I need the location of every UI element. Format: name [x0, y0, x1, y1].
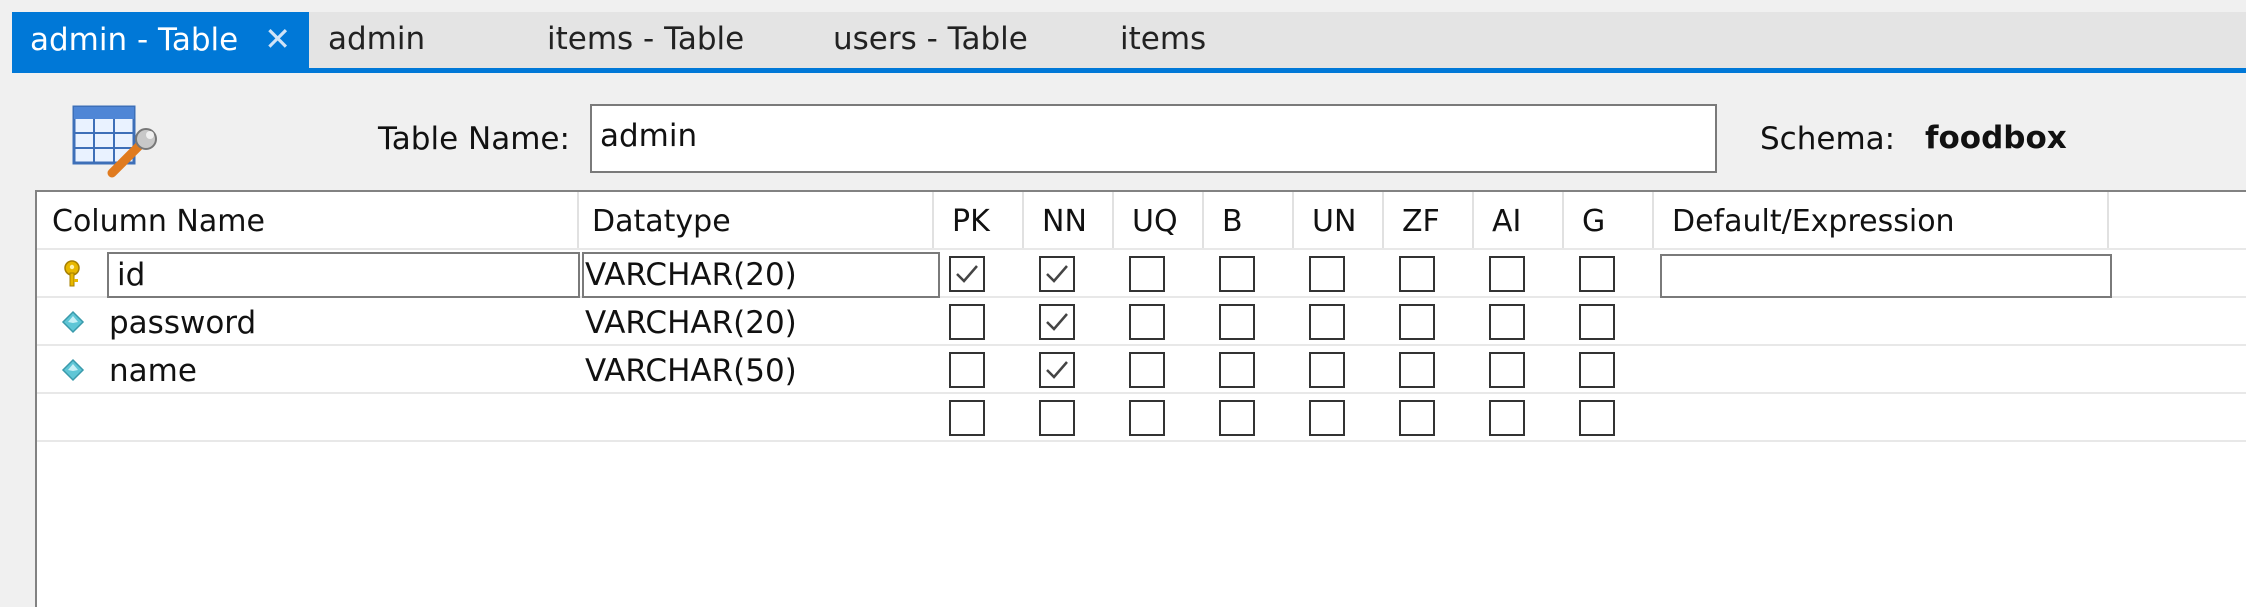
column-header[interactable]: Default/Expression: [1672, 204, 1955, 239]
column-name-cell[interactable]: name: [109, 353, 197, 389]
tab-users-table[interactable]: users - Table: [833, 12, 1028, 69]
table-name-label: Table Name:: [378, 121, 570, 157]
header-divider[interactable]: [1382, 192, 1384, 248]
flag-ai-checkbox[interactable]: [1489, 400, 1525, 436]
flag-g-checkbox[interactable]: [1579, 304, 1615, 340]
schema-label: Schema:: [1760, 121, 1896, 157]
header-divider[interactable]: [577, 192, 579, 248]
schema-value: foodbox: [1925, 120, 2067, 156]
column-header[interactable]: PK: [952, 204, 990, 239]
table-row[interactable]: password VARCHAR(20): [37, 298, 2246, 346]
header-divider[interactable]: [1292, 192, 1294, 248]
column-header[interactable]: Datatype: [592, 204, 731, 239]
close-icon[interactable]: ✕: [264, 20, 291, 58]
flag-un-checkbox[interactable]: [1309, 304, 1345, 340]
flag-zf-checkbox[interactable]: [1399, 400, 1435, 436]
column-name-edit-input[interactable]: [107, 252, 580, 298]
flag-pk-checkbox[interactable]: [949, 304, 985, 340]
flag-g-checkbox[interactable]: [1579, 400, 1615, 436]
flag-nn-checkbox[interactable]: [1039, 352, 1075, 388]
header-divider[interactable]: [932, 192, 934, 248]
flag-b-checkbox[interactable]: [1219, 352, 1255, 388]
table-edit-icon: [72, 105, 157, 178]
checkmark-icon: [1046, 265, 1068, 283]
datatype-cell[interactable]: VARCHAR(20): [585, 257, 797, 293]
flag-zf-checkbox[interactable]: [1399, 304, 1435, 340]
tab-admin[interactable]: admin: [328, 12, 425, 69]
column-header[interactable]: ZF: [1402, 204, 1440, 239]
table-name-input[interactable]: admin: [590, 104, 1717, 173]
tab-bar: admin - Table ✕ admin items - Table users…: [0, 0, 2246, 73]
flag-ai-checkbox[interactable]: [1489, 256, 1525, 292]
tab-admin-table[interactable]: admin - Table ✕: [12, 12, 310, 69]
header-divider[interactable]: [1652, 192, 1654, 248]
primary-key-icon: [64, 260, 80, 287]
tab-label: users - Table: [833, 21, 1028, 57]
flag-ai-checkbox[interactable]: [1489, 304, 1525, 340]
flag-nn-checkbox[interactable]: [1039, 304, 1075, 340]
column-header[interactable]: NN: [1042, 204, 1087, 239]
tab-label: admin: [328, 21, 426, 57]
checkmark-icon: [1046, 361, 1068, 379]
flag-pk-checkbox[interactable]: [949, 400, 985, 436]
column-diamond-icon: [61, 358, 85, 382]
table-row[interactable]: id VARCHAR(20): [37, 250, 2246, 298]
flag-b-checkbox[interactable]: [1219, 400, 1255, 436]
flag-b-checkbox[interactable]: [1219, 304, 1255, 340]
flag-pk-checkbox[interactable]: [949, 256, 985, 292]
flag-pk-checkbox[interactable]: [949, 352, 985, 388]
datatype-cell[interactable]: VARCHAR(50): [585, 353, 797, 389]
flag-zf-checkbox[interactable]: [1399, 352, 1435, 388]
tab-items-table[interactable]: items - Table: [547, 12, 744, 69]
flag-zf-checkbox[interactable]: [1399, 256, 1435, 292]
header-divider[interactable]: [1112, 192, 1114, 248]
flag-ai-checkbox[interactable]: [1489, 352, 1525, 388]
flag-un-checkbox[interactable]: [1309, 352, 1345, 388]
column-header[interactable]: AI: [1492, 204, 1521, 239]
flag-un-checkbox[interactable]: [1309, 400, 1345, 436]
table-row[interactable]: name VARCHAR(50): [37, 346, 2246, 394]
default-expression-input[interactable]: [1660, 254, 2112, 298]
flag-uq-checkbox[interactable]: [1129, 304, 1165, 340]
header-divider[interactable]: [1022, 192, 1024, 248]
flag-b-checkbox[interactable]: [1219, 256, 1255, 292]
flag-un-checkbox[interactable]: [1309, 256, 1345, 292]
column-header[interactable]: Column Name: [52, 204, 265, 239]
checkmark-icon: [956, 265, 978, 283]
columns-grid[interactable]: Column Name Datatype PK NN UQ B UN ZF AI G Default…: [35, 190, 2246, 607]
flag-nn-checkbox[interactable]: [1039, 256, 1075, 292]
tab-label: items: [1120, 21, 1207, 57]
header-divider[interactable]: [1562, 192, 1564, 248]
flag-g-checkbox[interactable]: [1579, 352, 1615, 388]
header-divider[interactable]: [2107, 192, 2109, 248]
flag-nn-checkbox[interactable]: [1039, 400, 1075, 436]
flag-uq-checkbox[interactable]: [1129, 400, 1165, 436]
table-row[interactable]: [37, 394, 2246, 442]
column-header[interactable]: G: [1582, 204, 1605, 239]
flag-g-checkbox[interactable]: [1579, 256, 1615, 292]
tab-underline: [12, 68, 2246, 73]
tab-label: items - Table: [547, 21, 745, 57]
tab-items[interactable]: items: [1120, 12, 1206, 69]
column-header[interactable]: UQ: [1132, 204, 1178, 239]
flag-uq-checkbox[interactable]: [1129, 352, 1165, 388]
column-header[interactable]: B: [1222, 204, 1243, 239]
flag-uq-checkbox[interactable]: [1129, 256, 1165, 292]
tab-label: admin - Table: [30, 22, 239, 58]
column-name-cell[interactable]: password: [109, 305, 256, 341]
checkmark-icon: [1046, 313, 1068, 331]
column-diamond-icon: [61, 310, 85, 334]
column-name-cell[interactable]: id: [117, 257, 145, 293]
column-header[interactable]: UN: [1312, 204, 1356, 239]
header-divider[interactable]: [1202, 192, 1204, 248]
header-divider[interactable]: [1472, 192, 1474, 248]
datatype-cell[interactable]: VARCHAR(20): [585, 305, 797, 341]
